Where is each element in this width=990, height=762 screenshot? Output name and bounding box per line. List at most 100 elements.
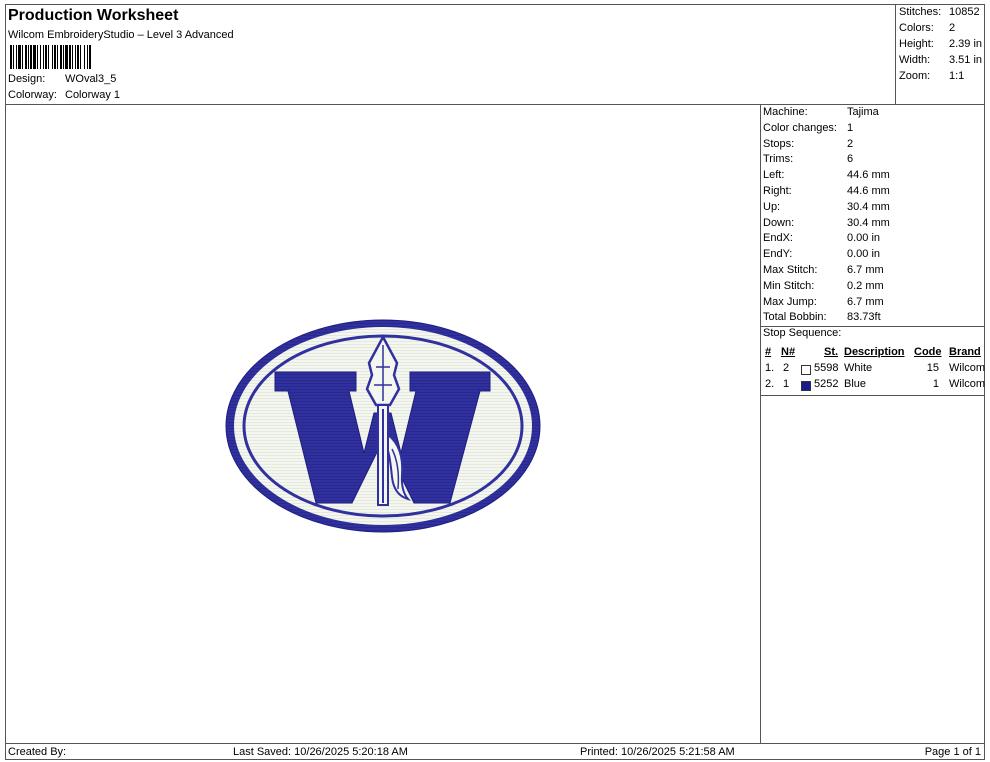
colorway-label: Colorway: (8, 89, 57, 101)
info-row: Max Stitch: 6.7 mm (763, 264, 884, 280)
worksheet-footer: Created By: Last Saved: 10/26/2025 5:20:… (6, 743, 984, 759)
info-row: Right: 44.6 mm (763, 185, 890, 201)
stat-value: 1:1 (949, 70, 965, 82)
info-label: Machine: (763, 106, 808, 118)
design-label: Design: (8, 73, 46, 85)
info-row: EndY: 0.00 in (763, 248, 880, 264)
stop-sequence-title: Stop Sequence: (763, 327, 842, 340)
software-name: Wilcom EmbroideryStudio – Level 3 Advanc… (8, 29, 234, 41)
info-row: Left: 44.6 mm (763, 169, 890, 185)
page-title: Production Worksheet (8, 7, 179, 24)
barcode-bar (52, 45, 53, 69)
barcode-bar (75, 45, 76, 69)
stop-sequence-row: 1. 2 5598 White 15 Wilcom (763, 362, 986, 378)
stat-label: Stitches: (899, 6, 942, 18)
barcode-bar (48, 45, 49, 69)
thread-code: 15 (926, 362, 939, 375)
info-value: 1 (847, 121, 854, 134)
barcode-bar (30, 45, 32, 69)
stat-height: Height: 2.39 in (899, 38, 982, 50)
stitch-count: 5598 (814, 362, 839, 375)
thread-code: 1 (932, 378, 939, 391)
info-row: EndX: 0.00 in (763, 232, 880, 248)
color-swatch (801, 365, 811, 376)
sequence-number: 2. (765, 378, 775, 391)
thread-description: White (844, 362, 873, 375)
info-value: 2 (847, 137, 854, 150)
color-swatch (801, 381, 811, 392)
info-row: Up: 30.4 mm (763, 201, 890, 217)
stat-colors: Colors: 2 (899, 22, 955, 34)
barcode-bar (28, 45, 29, 69)
barcode-bar (33, 45, 36, 69)
needle-number: 1 (783, 378, 790, 391)
barcode-bar (57, 45, 58, 69)
info-label: EndY: (763, 248, 793, 261)
column-header-desc: Description (844, 346, 905, 359)
stop-sequence-row: 2. 1 5252 Blue 1 Wilcom (763, 378, 986, 394)
column-header-n: N# (781, 346, 796, 359)
barcode (10, 45, 91, 69)
design-preview (6, 105, 761, 743)
embroidery-design (225, 319, 541, 533)
stat-label: Width: (899, 54, 931, 66)
info-value: 6 (847, 153, 854, 166)
barcode-bar (54, 45, 56, 69)
barcode-bar (72, 45, 73, 69)
info-value: 0.2 mm (847, 279, 884, 292)
barcode-bar (45, 45, 47, 69)
colorway-value: Colorway 1 (65, 89, 121, 101)
info-label: Stops: (763, 137, 795, 150)
barcode-bar (16, 45, 17, 69)
info-value: 83.73ft (847, 311, 881, 324)
info-label: Trims: (763, 153, 794, 166)
info-label: Color changes: (763, 121, 837, 134)
stat-width: Width: 3.51 in (899, 54, 982, 66)
barcode-bar (87, 45, 88, 69)
sequence-number: 1. (765, 362, 775, 375)
info-label: Down: (763, 216, 795, 229)
needle-number: 2 (783, 362, 790, 375)
thread-brand: Wilcom (949, 378, 986, 391)
barcode-bar (60, 45, 62, 69)
column-header-num: # (765, 346, 772, 359)
barcode-bar (43, 45, 44, 69)
stat-value: 2 (949, 22, 956, 34)
last-saved: Last Saved: 10/26/2025 5:20:18 AM (233, 746, 408, 758)
info-row: Min Stitch: 0.2 mm (763, 280, 884, 296)
barcode-bar (84, 45, 85, 69)
stitch-count: 5252 (814, 378, 839, 391)
info-label: Left: (763, 169, 785, 182)
barcode-bar (18, 45, 21, 69)
info-value: 0.00 in (847, 248, 881, 261)
w-oval-logo (225, 319, 541, 533)
thread-description: Blue (844, 378, 867, 391)
info-row: Stops: 2 (763, 138, 853, 154)
barcode-bar (69, 45, 71, 69)
barcode-bar (80, 45, 81, 69)
printed-date: Printed: 10/26/2025 5:21:58 AM (580, 746, 735, 758)
stat-zoom: Zoom: 1:1 (899, 70, 964, 82)
info-row: Down: 30.4 mm (763, 217, 890, 233)
info-value: 6.7 mm (847, 264, 884, 276)
info-value: 6.7 mm (847, 295, 884, 308)
stat-value: 10852 (949, 6, 980, 18)
stop-sequence-header: # N# St. Description Code Brand (763, 346, 983, 362)
info-label: Right: (763, 185, 792, 197)
info-label: Max Jump: (763, 295, 817, 308)
column-header-code: Code (914, 346, 942, 359)
barcode-bar (40, 45, 41, 69)
stat-label: Colors: (899, 22, 934, 34)
barcode-bar (65, 45, 68, 69)
barcode-bar (89, 45, 91, 69)
barcode-bar (22, 45, 23, 69)
thread-brand: Wilcom (949, 362, 986, 375)
stat-label: Zoom: (899, 70, 931, 82)
info-label: Max Stitch: (763, 264, 818, 276)
design-stats: Stitches: 10852 Colors: 2 Height: 2.39 in W… (896, 5, 984, 105)
stat-stitches: Stitches: 10852 (899, 6, 980, 18)
created-by: Created By: (8, 746, 67, 758)
design-row: Design: WOval3_5 (8, 73, 116, 85)
divider (761, 395, 984, 397)
stat-value: 3.51 in (949, 54, 983, 66)
